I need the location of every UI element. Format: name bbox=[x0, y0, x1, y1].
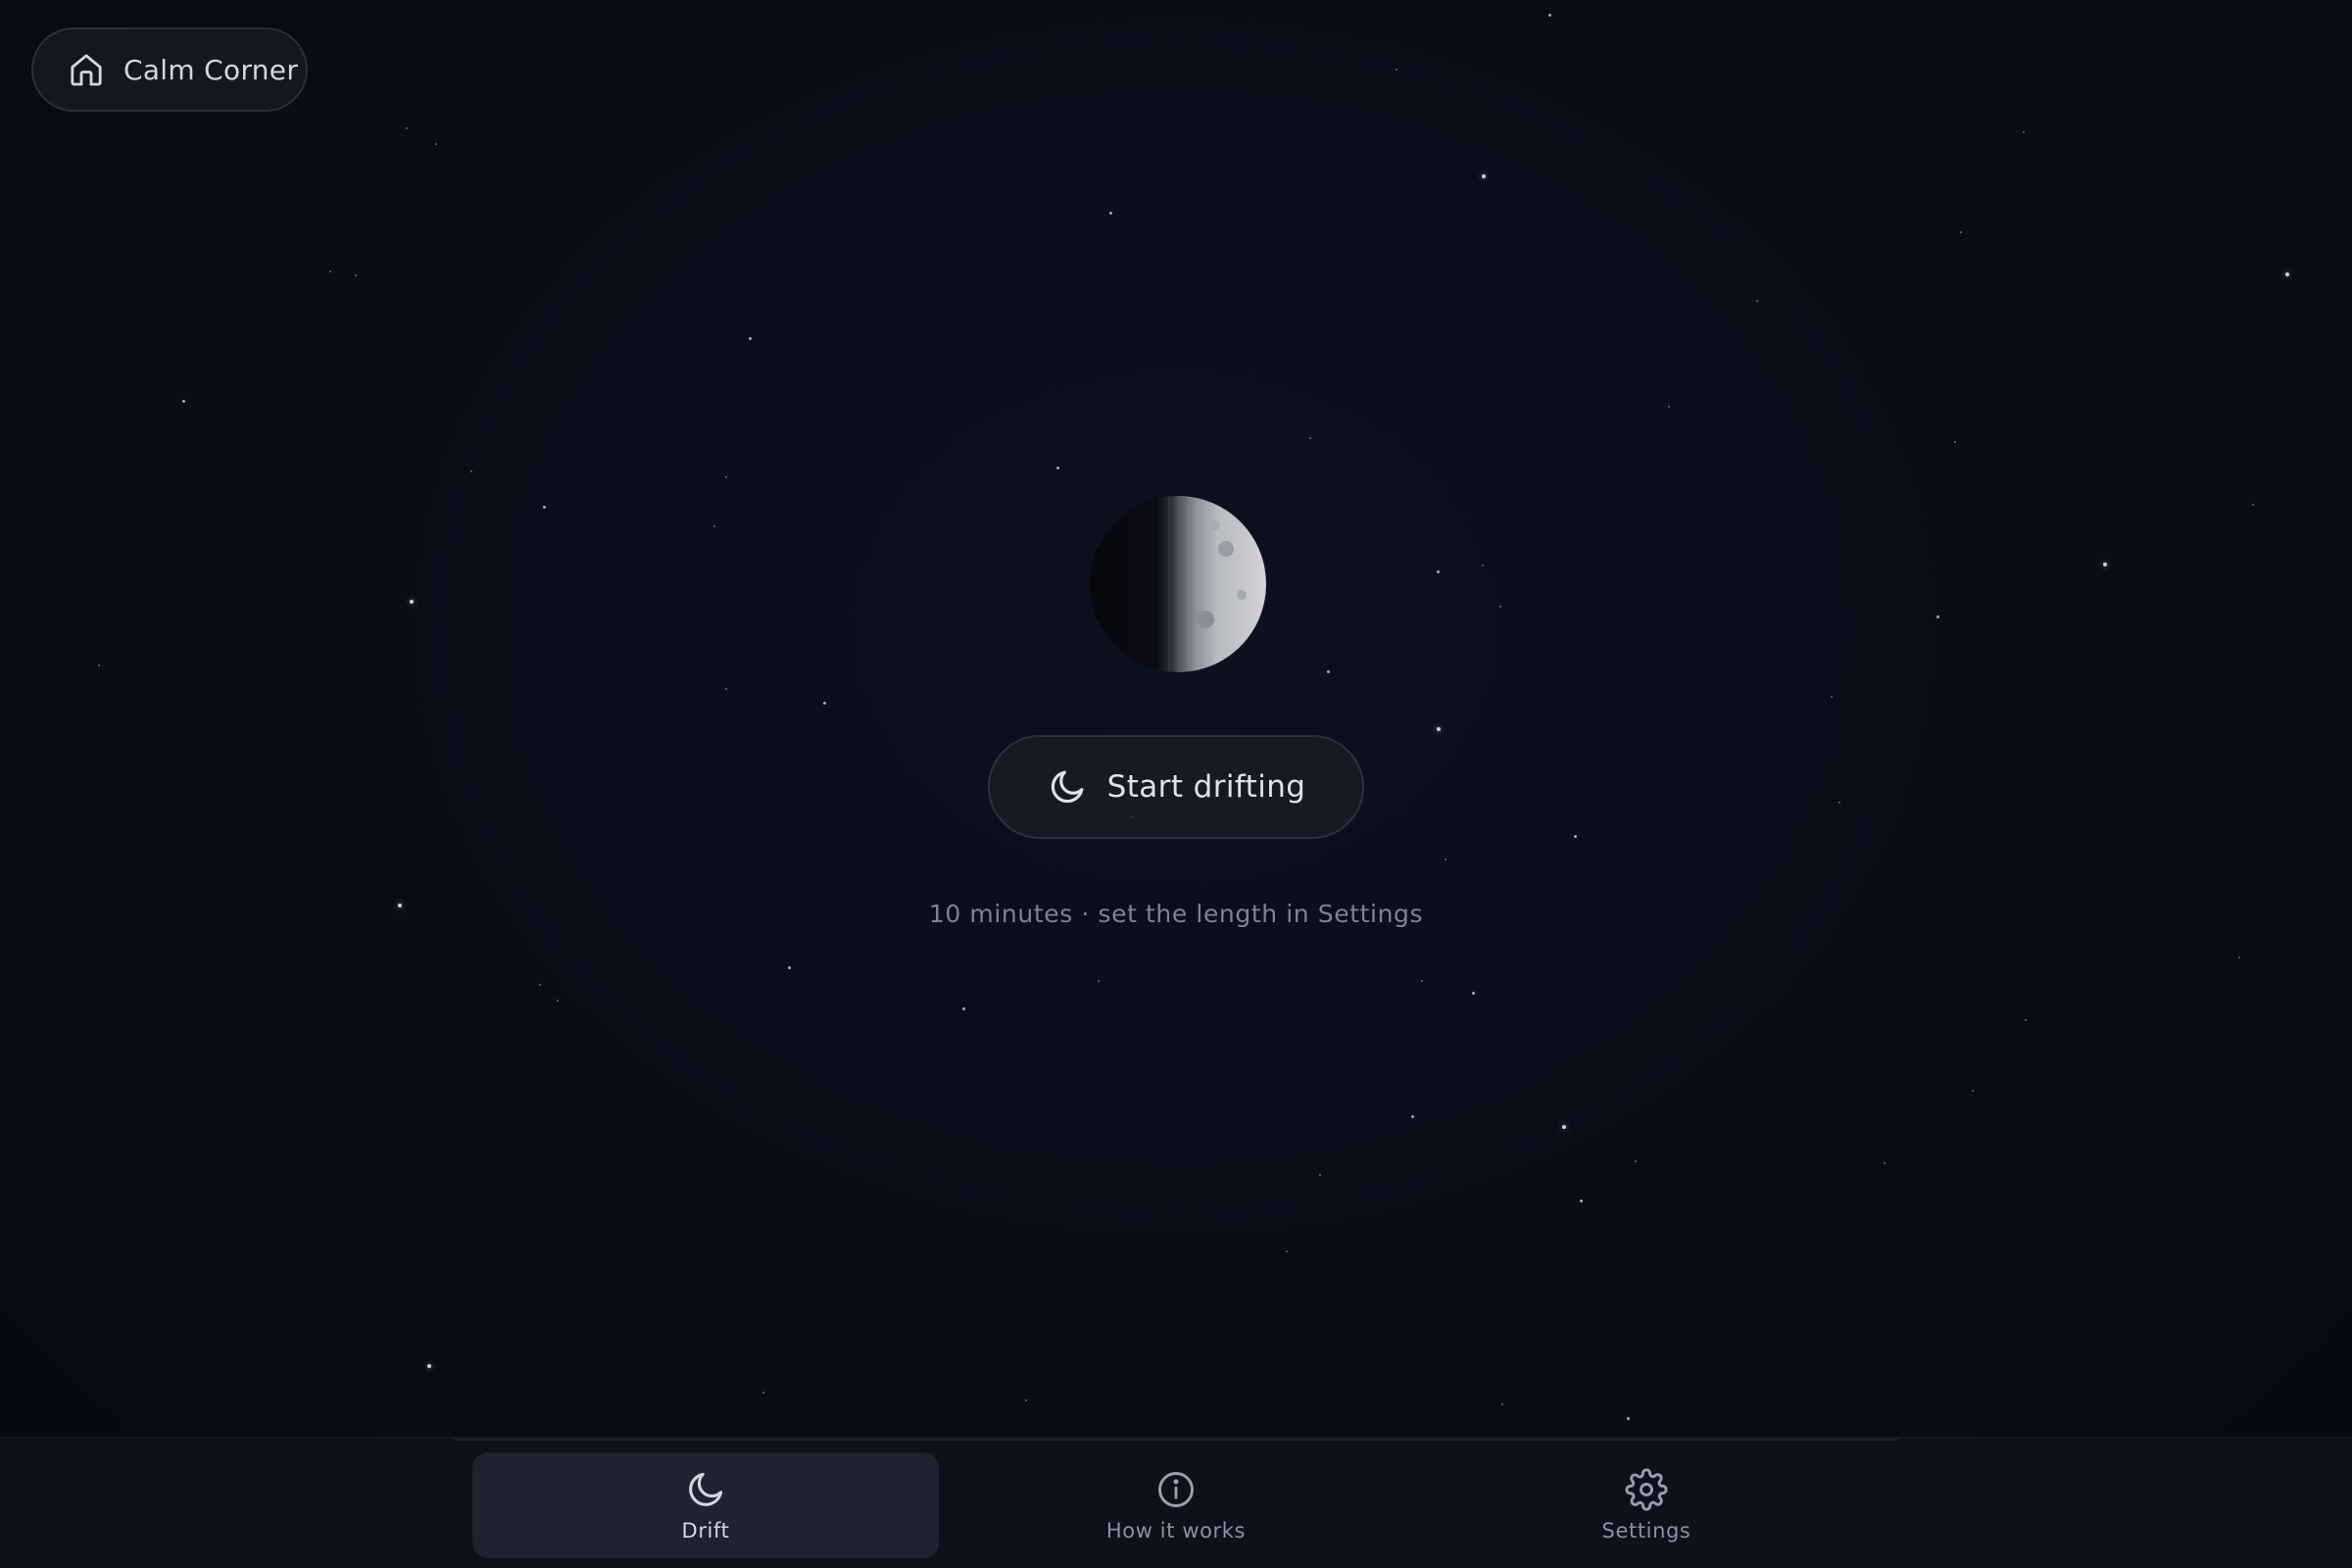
tab-drift-label: Drift bbox=[681, 1519, 730, 1543]
session-length-hint: 10 minutes · set the length in Settings bbox=[928, 900, 1424, 928]
start-drifting-label: Start drifting bbox=[1106, 769, 1306, 805]
star bbox=[406, 127, 408, 129]
star bbox=[1056, 466, 1059, 469]
star bbox=[762, 1392, 764, 1394]
star bbox=[539, 984, 541, 986]
star bbox=[1286, 1250, 1288, 1252]
star bbox=[2252, 504, 2254, 506]
star bbox=[823, 702, 826, 705]
star bbox=[410, 600, 414, 604]
star bbox=[962, 1007, 965, 1010]
star bbox=[1482, 174, 1486, 178]
start-drifting-button[interactable]: Start drifting bbox=[988, 735, 1364, 839]
tab-how-it-works[interactable]: How it works bbox=[943, 1452, 1409, 1558]
tab-settings-label: Settings bbox=[1601, 1519, 1691, 1543]
star bbox=[427, 1364, 431, 1368]
star bbox=[1309, 437, 1311, 439]
tab-drift[interactable]: Drift bbox=[472, 1452, 939, 1558]
star bbox=[1936, 615, 1939, 618]
tab-bar: Drift How it works Settings bbox=[455, 1439, 1897, 1568]
star bbox=[1437, 570, 1440, 573]
star bbox=[1548, 14, 1551, 17]
star bbox=[1319, 1174, 1321, 1176]
star bbox=[1972, 1090, 1974, 1092]
star bbox=[1396, 69, 1397, 71]
star bbox=[1472, 992, 1475, 995]
star bbox=[713, 525, 715, 527]
star bbox=[98, 664, 100, 666]
home-icon bbox=[67, 50, 106, 89]
star bbox=[1954, 441, 1956, 443]
star bbox=[557, 1000, 559, 1002]
star bbox=[182, 400, 185, 403]
star bbox=[749, 337, 752, 340]
star bbox=[725, 476, 727, 478]
tab-settings[interactable]: Settings bbox=[1413, 1452, 1880, 1558]
star bbox=[1411, 1115, 1414, 1118]
star bbox=[1574, 835, 1577, 838]
star bbox=[1499, 606, 1501, 608]
star bbox=[543, 506, 546, 509]
star bbox=[1627, 1417, 1630, 1420]
star bbox=[1668, 406, 1670, 408]
star bbox=[1884, 1162, 1886, 1164]
star bbox=[355, 274, 357, 276]
info-icon bbox=[1154, 1468, 1198, 1511]
star bbox=[725, 688, 727, 690]
star bbox=[435, 143, 437, 145]
star bbox=[1025, 1399, 1027, 1401]
half-moon-illustration bbox=[1088, 494, 1268, 674]
home-button[interactable]: Calm Corner bbox=[31, 27, 308, 112]
gear-icon bbox=[1625, 1468, 1668, 1511]
star bbox=[1838, 802, 1840, 804]
star bbox=[1831, 696, 1833, 698]
star bbox=[1098, 980, 1100, 982]
crescent-moon-icon bbox=[684, 1468, 727, 1511]
crescent-moon-icon bbox=[1047, 766, 1088, 808]
app-name: Calm Corner bbox=[123, 53, 299, 86]
star bbox=[1421, 980, 1423, 982]
star bbox=[2238, 956, 2240, 958]
tab-how-it-works-label: How it works bbox=[1105, 1519, 1247, 1543]
star bbox=[1562, 1125, 1566, 1129]
star bbox=[470, 470, 472, 472]
star bbox=[1437, 727, 1441, 731]
star bbox=[2023, 131, 2025, 133]
star bbox=[329, 270, 331, 272]
star bbox=[1482, 564, 1484, 566]
bottom-navigation: Drift How it works Settings bbox=[0, 1437, 2352, 1568]
star bbox=[1327, 670, 1330, 673]
star bbox=[1635, 1160, 1637, 1162]
star bbox=[1580, 1200, 1583, 1202]
star bbox=[1756, 300, 1758, 302]
star bbox=[2285, 272, 2289, 276]
star bbox=[1501, 1403, 1503, 1405]
star bbox=[788, 966, 791, 969]
star bbox=[2025, 1019, 2027, 1021]
star bbox=[1445, 858, 1446, 860]
star bbox=[1960, 231, 1962, 233]
star bbox=[1109, 212, 1112, 215]
star bbox=[2103, 563, 2107, 566]
app-root: Calm Corner Start drifting 10 minutes · … bbox=[0, 0, 2352, 1568]
